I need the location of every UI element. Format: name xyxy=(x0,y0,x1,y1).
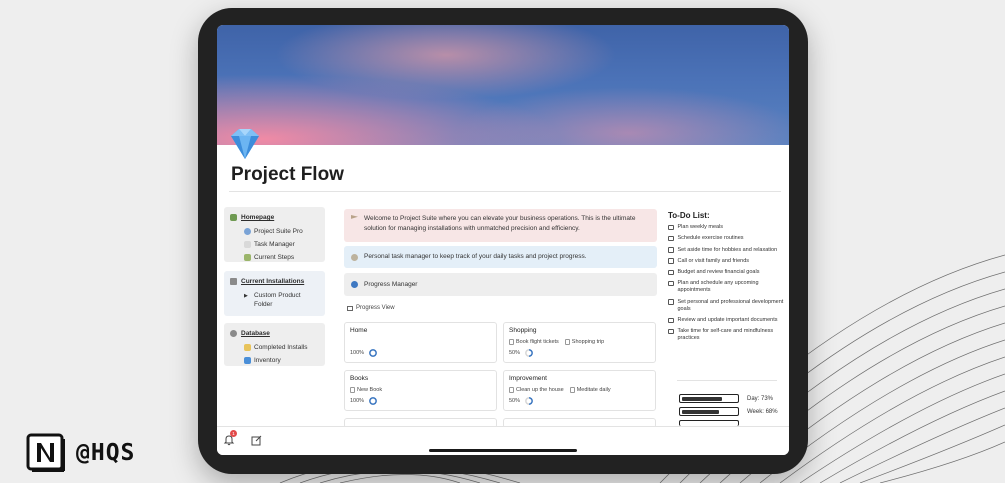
todo-item[interactable]: Take time for self-care and mindfulness … xyxy=(668,328,788,342)
todo-item[interactable]: Plan and schedule any upcoming appointme… xyxy=(668,280,788,294)
gear-icon xyxy=(230,330,237,337)
document-icon xyxy=(569,387,575,393)
title-divider xyxy=(229,191,781,192)
linked-task[interactable]: Clean up the house xyxy=(509,387,564,393)
progress-bar-fill xyxy=(681,409,719,414)
moon-icon xyxy=(351,253,358,261)
todo-title: To-Do List: xyxy=(668,211,710,220)
brand-handle: @HQS xyxy=(76,440,136,466)
brand-watermark: @HQS xyxy=(26,433,135,473)
checkbox[interactable] xyxy=(668,269,674,276)
sidebar-card-homepage: Homepage Project Suite Pro Task Manager … xyxy=(224,207,325,262)
checkbox[interactable] xyxy=(668,258,674,264)
week-progress: Week: 68% xyxy=(679,407,778,416)
todo-item[interactable]: Plan weekly meals xyxy=(668,224,788,231)
progress-bar xyxy=(679,394,739,403)
sidebar-item-inventory[interactable]: Inventory xyxy=(230,356,319,365)
sidebar-card-installations: Current Installations ▶ Custom Product F… xyxy=(224,271,325,316)
sidebar-item-completed-installs[interactable]: Completed Installs xyxy=(230,343,319,352)
checkbox[interactable] xyxy=(668,317,674,324)
box-icon xyxy=(230,278,237,285)
todo-item[interactable]: Set aside time for hobbies and relaxatio… xyxy=(668,247,788,254)
callout-welcome: Welcome to Project Suite where you can e… xyxy=(344,209,657,242)
linked-task[interactable]: Book flight tickets xyxy=(509,339,559,345)
callout-progress-manager[interactable]: Progress Manager xyxy=(344,273,657,296)
progress-readout: 50% xyxy=(509,397,534,405)
compose-icon[interactable] xyxy=(251,435,262,446)
progress-readout: 100% xyxy=(350,397,378,405)
document-icon xyxy=(564,339,570,345)
linked-task[interactable]: Shopping trip xyxy=(564,339,604,345)
sidebar-heading-homepage[interactable]: Homepage xyxy=(230,212,319,223)
sidebar-item-custom-product-folder[interactable]: ▶ Custom Product Folder xyxy=(230,291,319,309)
notion-logo xyxy=(26,433,65,472)
cover-image xyxy=(217,25,789,145)
notification-badge: 1 xyxy=(230,430,237,437)
notion-screen: Project Flow Homepage Project Suite Pro … xyxy=(217,25,789,455)
progress-card-shopping[interactable]: Shopping Book flight tickets Shopping tr… xyxy=(503,322,656,363)
progress-ring xyxy=(525,349,534,357)
gallery-icon xyxy=(347,305,353,311)
house-plant-icon xyxy=(230,214,237,221)
progress-card-home[interactable]: Home 100% xyxy=(344,322,497,363)
steps-icon xyxy=(244,254,251,261)
document-icon xyxy=(350,387,355,393)
progress-card-books[interactable]: Books New Book 100% xyxy=(344,370,497,411)
progress-ring xyxy=(525,397,534,405)
blue-circle-icon xyxy=(351,281,358,288)
progress-readout: 100% xyxy=(350,349,378,357)
todo-divider xyxy=(677,380,777,381)
sidebar-heading-installations[interactable]: Current Installations xyxy=(230,276,319,287)
todo-item[interactable]: Set personal and professional developmen… xyxy=(668,299,788,313)
progress-bar xyxy=(679,407,739,416)
linked-task[interactable]: New Book xyxy=(350,387,382,393)
todo-item[interactable]: Schedule exercise routines xyxy=(668,235,788,242)
checkbox[interactable] xyxy=(668,299,674,305)
sidebar-item-project-suite-pro[interactable]: Project Suite Pro xyxy=(230,227,319,236)
todo-item[interactable]: Budget and review financial goals xyxy=(668,269,788,276)
clipboard-icon xyxy=(244,241,251,248)
progress-view-tab[interactable]: Progress View xyxy=(347,305,395,311)
progress-bar-fill xyxy=(681,396,722,401)
progress-card-improvement[interactable]: Improvement Clean up the house Meditate … xyxy=(503,370,656,411)
sidebar-item-current-steps[interactable]: Current Steps xyxy=(230,253,319,262)
triangle-right-icon: ▶ xyxy=(244,293,248,299)
checkbox[interactable] xyxy=(668,280,674,287)
checkbox[interactable] xyxy=(668,224,674,230)
bottom-toolbar: 1 xyxy=(217,426,789,455)
progress-ring xyxy=(369,397,378,405)
day-progress: Day: 73% xyxy=(679,394,773,403)
tag-icon xyxy=(244,357,251,364)
document-icon xyxy=(509,387,514,393)
todo-item[interactable]: Review and update important documents xyxy=(668,317,788,324)
sidebar-card-database: Database Completed Installs Inventory xyxy=(224,323,325,366)
folder-icon xyxy=(244,344,251,351)
linked-task[interactable]: Meditate daily xyxy=(569,387,611,393)
progress-readout: 50% xyxy=(509,349,534,357)
checkbox[interactable] xyxy=(668,235,674,242)
document-icon xyxy=(509,339,514,345)
diamond-gem-icon xyxy=(231,129,259,159)
progress-ring xyxy=(369,349,378,357)
checkbox[interactable] xyxy=(668,247,674,253)
pin-icon xyxy=(244,228,251,235)
page-title: Project Flow xyxy=(231,164,344,185)
sidebar-item-task-manager[interactable]: Task Manager xyxy=(230,240,319,249)
todo-item[interactable]: Call or visit family and friends xyxy=(668,258,788,265)
flag-icon xyxy=(351,215,358,219)
todo-list: To-Do List: Plan weekly meals Schedule e… xyxy=(668,211,788,347)
home-indicator xyxy=(429,449,577,452)
sidebar-heading-database[interactable]: Database xyxy=(230,328,319,339)
checkbox[interactable] xyxy=(668,328,674,335)
callout-task-manager: Personal task manager to keep track of y… xyxy=(344,246,657,268)
